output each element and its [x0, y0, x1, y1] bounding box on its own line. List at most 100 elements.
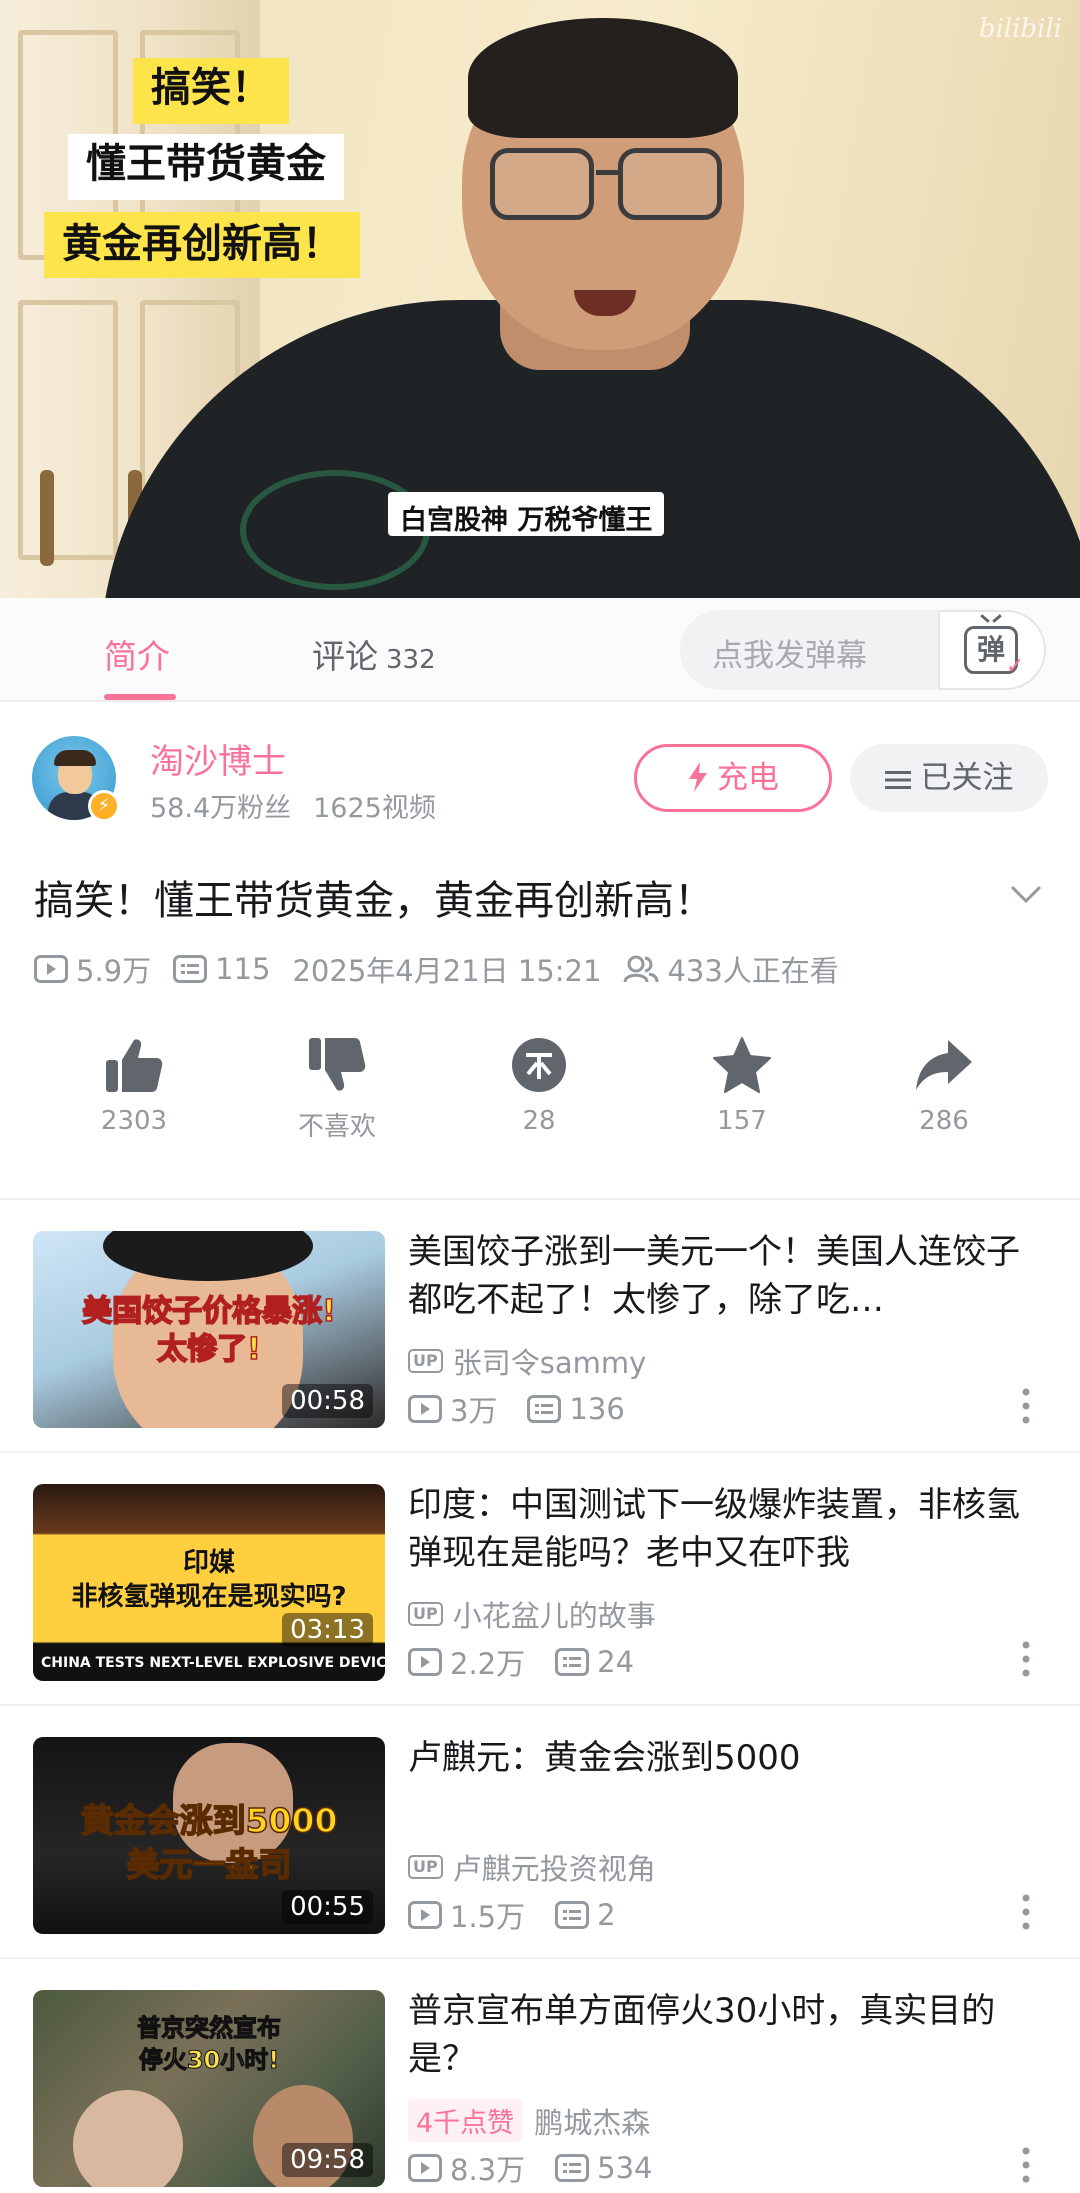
recommendation-stats: 1.5万 2 [408, 1894, 646, 1936]
lightning-icon [689, 762, 707, 792]
recommendation-item[interactable]: 美国饺子价格暴涨! 太惨了! 00:58 美国饺子涨到一美元一个！美国人连饺子都吃… [0, 1200, 1080, 1453]
recommendation-title[interactable]: 普京宣布单方面停火30小时，真实目的是？ [408, 1987, 1048, 2083]
like-button[interactable]: 2303 [54, 1036, 214, 1136]
video-thumbnail[interactable]: 印媒 非核氢弹现在是现实吗? CHINA TESTS NEXT-LEVEL EXP… [33, 1484, 385, 1681]
danmaku-button-label: 弹 [976, 633, 1005, 666]
up-tag-icon: UP [408, 1602, 443, 1626]
glasses-bridge [596, 170, 618, 175]
view-count-value: 3万 [450, 1394, 498, 1428]
play-count-icon [34, 955, 68, 983]
danmaku-input[interactable]: 点我发弹幕 [712, 630, 867, 675]
author-name: 鹏城杰森 [534, 2105, 651, 2140]
uploader-name[interactable]: 淘沙博士 [150, 734, 286, 783]
play-count-icon [408, 1901, 442, 1929]
more-vertical-icon[interactable] [1020, 1639, 1032, 1679]
recommendation-title[interactable]: 印度：中国测试下一级爆炸装置，非核氢弹现在是能吗？老中又在吓我 [408, 1481, 1048, 1577]
video-count: 1625视频 [313, 793, 436, 824]
danmaku-count: 115 [173, 952, 270, 986]
danmaku-count-value: 115 [215, 952, 271, 986]
video-thumbnail[interactable]: 美国饺子价格暴涨! 太惨了! 00:58 [33, 1231, 385, 1428]
overlay-caption-2: 懂王带货黄金 [68, 134, 344, 200]
view-count: 5.9万 [34, 948, 151, 990]
overlay-caption-3: 黄金再创新高！ [44, 212, 360, 278]
view-count-value: 8.3万 [450, 2153, 526, 2187]
watching-now: 433人正在看 [623, 948, 839, 990]
video-duration: 03:13 [282, 1613, 373, 1647]
publish-time: 2025年4月21日 15:21 [292, 954, 602, 988]
star-icon [713, 1037, 771, 1093]
video-thumbnail[interactable]: 普京突然宣布 停火30小时! 09:58 [33, 1990, 385, 2187]
recommendation-title[interactable]: 卢麒元：黄金会涨到5000 [408, 1734, 1048, 1782]
share-button[interactable]: 286 [864, 1036, 1024, 1136]
play-count-icon [408, 1395, 442, 1423]
video-player[interactable]: 搞笑！ 懂王带货黄金 黄金再创新高！ 白宫股神 万税爷懂王 bilibili [0, 0, 1080, 598]
recommendation-author[interactable]: UP 张司令sammy [408, 1340, 646, 1382]
more-vertical-icon[interactable] [1020, 2145, 1032, 2185]
thumbnail-caption: 美国饺子价格暴涨! 太惨了! [33, 1293, 385, 1369]
danmaku-count-value: 534 [597, 2151, 653, 2185]
thumbs-down-icon [309, 1038, 366, 1091]
recommendation-author[interactable]: 4千点赞 鹏城杰森 [408, 2099, 650, 2142]
danmaku-toggle-button[interactable]: 弹 ✓ [938, 610, 1046, 690]
chevron-down-icon[interactable] [1008, 876, 1044, 912]
recommendation-item[interactable]: 黄金会涨到5000 美元一盎司 00:55 卢麒元：黄金会涨到5000 UP 卢麒元… [0, 1706, 1080, 1959]
share-icon [916, 1040, 972, 1090]
danmaku-count-value: 24 [597, 1645, 635, 1679]
presenter-hair [468, 18, 738, 138]
tab-comments[interactable]: 评论 332 [312, 630, 436, 678]
recommendation-author[interactable]: UP 卢麒元投资视角 [408, 1846, 656, 1888]
check-icon: ✓ [1006, 654, 1025, 679]
recommendation-title[interactable]: 美国饺子涨到一美元一个！美国人连饺子都吃不起了！太惨了，除了吃… [408, 1228, 1048, 1324]
thumbnail-caption-line: 太惨了! [156, 1331, 261, 1368]
more-vertical-icon[interactable] [1020, 1892, 1032, 1932]
follow-button[interactable]: 已关注 [850, 744, 1048, 812]
watching-now-value: 433人正在看 [667, 954, 839, 988]
view-count: 1.5万 [408, 1894, 525, 1936]
thumbnail-caption-line: 黄金会涨到5000 [80, 1800, 338, 1841]
tab-bar: 简介 评论 332 点我发弹幕 弹 ✓ [0, 598, 1080, 702]
danmaku-icon [555, 1648, 590, 1676]
thumbnail-caption: 普京突然宣布 停火30小时! [33, 2012, 385, 2076]
tab-intro[interactable]: 简介 [104, 630, 170, 678]
thumb-person [73, 2090, 183, 2187]
recommendation-item[interactable]: 印媒 非核氢弹现在是现实吗? CHINA TESTS NEXT-LEVEL EXP… [0, 1453, 1080, 1706]
danmaku-count: 534 [555, 2151, 652, 2185]
favorite-count: 157 [717, 1106, 767, 1136]
recommendation-stats: 3万 136 [408, 1388, 655, 1430]
more-vertical-icon[interactable] [1020, 1386, 1032, 1426]
favorite-button[interactable]: 157 [662, 1036, 822, 1136]
video-title: 搞笑！懂王带货黄金，黄金再创新高！ [34, 878, 714, 924]
recommendation-stats: 8.3万 534 [408, 2147, 682, 2189]
view-count-value: 5.9万 [76, 954, 152, 988]
recommendation-stats: 2.2万 24 [408, 1641, 664, 1683]
danmaku-icon [527, 1395, 562, 1423]
bilibili-watermark: bilibili [978, 14, 1062, 44]
danmaku-send-box[interactable]: 点我发弹幕 弹 ✓ [680, 610, 1046, 690]
tab-intro-label: 简介 [104, 637, 170, 676]
up-tag-icon: UP [408, 1855, 443, 1879]
video-subtitle: 白宫股神 万税爷懂王 [388, 492, 665, 536]
coin-icon [512, 1038, 566, 1092]
thumbnail-caption-line: 非核氢弹现在是现实吗? [71, 1582, 347, 1612]
danmaku-icon [555, 1901, 590, 1929]
charge-button[interactable]: 充电 [634, 744, 832, 812]
danmaku-icon [555, 2154, 590, 2182]
recommendation-item[interactable]: 普京突然宣布 停火30小时! 09:58 普京宣布单方面停火30小时，真实目的是？… [0, 1959, 1080, 2193]
thumbnail-caption: 黄金会涨到5000 美元一盎司 [33, 1799, 385, 1887]
coin-count: 28 [522, 1106, 556, 1136]
video-thumbnail[interactable]: 黄金会涨到5000 美元一盎司 00:55 [33, 1737, 385, 1934]
lightning-badge-icon: ⚡ [88, 790, 120, 822]
like-count: 2303 [100, 1106, 168, 1136]
tab-comments-label: 评论 [312, 637, 378, 676]
dislike-button[interactable]: 不喜欢 [257, 1036, 417, 1143]
active-tab-indicator [104, 694, 176, 700]
thumbnail-caption-line: 美元一盎司 [126, 1844, 293, 1885]
thumbnail-band-text: CHINA TESTS NEXT-LEVEL EXPLOSIVE DEVICE [41, 1655, 385, 1671]
danmaku-count: 2 [555, 1898, 616, 1932]
video-duration: 00:58 [282, 1384, 373, 1418]
recommendation-author[interactable]: UP 小花盆儿的故事 [408, 1593, 656, 1635]
coin-button[interactable]: 28 [459, 1036, 619, 1136]
view-count: 3万 [408, 1388, 497, 1430]
thumbnail-caption: 印媒 非核氢弹现在是现实吗? [33, 1546, 385, 1614]
door-panel [18, 300, 118, 560]
